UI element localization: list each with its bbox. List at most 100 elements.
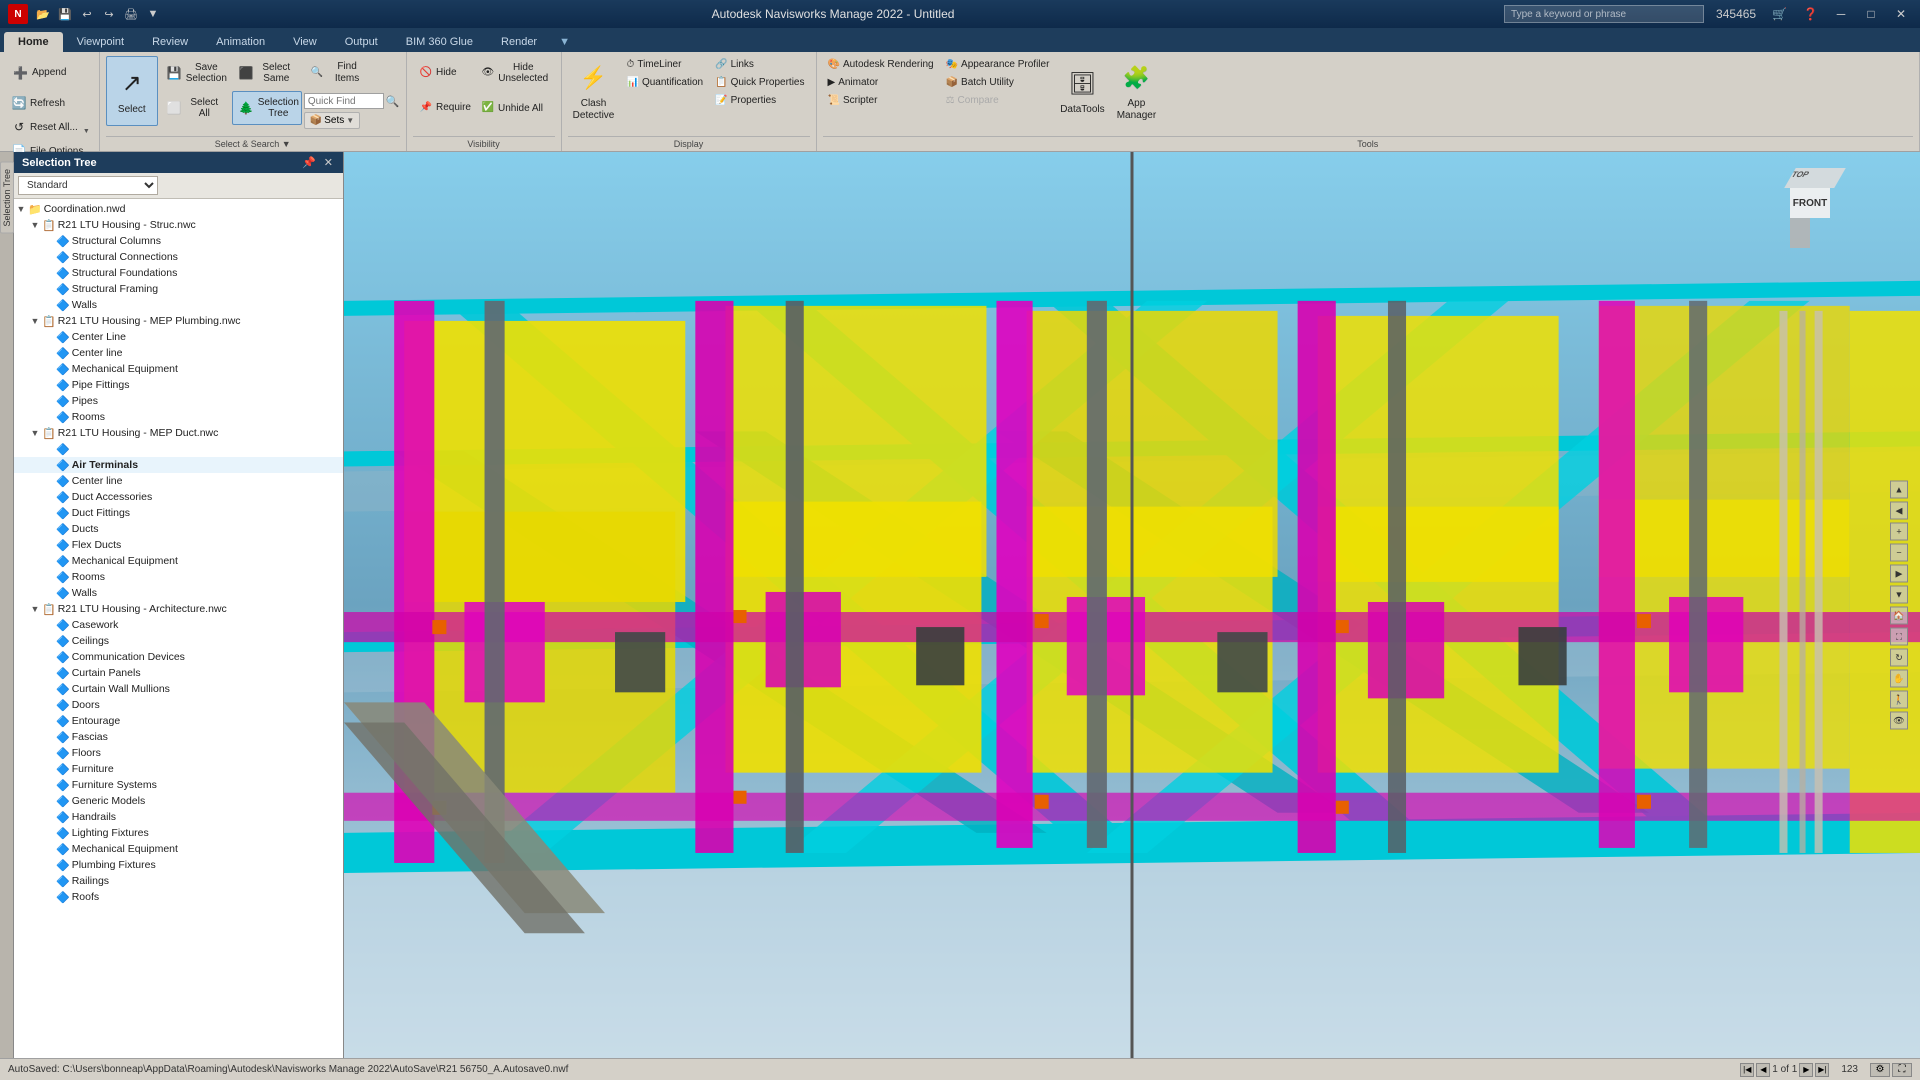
cube-front-face[interactable]: FRONT — [1790, 188, 1830, 218]
view-options-button[interactable]: ⚙ — [1870, 1063, 1890, 1077]
tree-item-15[interactable]: ▼ 📋 R21 LTU Housing - MEP Duct.nwc — [14, 425, 343, 441]
compare-button[interactable]: ⚖ Compare — [941, 92, 1055, 109]
tree-expand-8[interactable]: ▼ — [28, 314, 42, 328]
tree-item-8[interactable]: ▼ 📋 R21 LTU Housing - MEP Plumbing.nwc — [14, 313, 343, 329]
quick-properties-button[interactable]: 📋 Quick Properties — [710, 74, 809, 91]
tree-item-18[interactable]: 🔷 Center line — [14, 473, 343, 489]
tree-item-21[interactable]: 🔷 Ducts — [14, 521, 343, 537]
tree-item-19[interactable]: 🔷 Duct Accessories — [14, 489, 343, 505]
tree-item-36[interactable]: 🔷 Furniture — [14, 761, 343, 777]
tree-item-37[interactable]: 🔷 Furniture Systems — [14, 777, 343, 793]
tree-item-39[interactable]: 🔷 Handrails — [14, 809, 343, 825]
cube-side-face[interactable] — [1790, 218, 1810, 248]
animator-button[interactable]: ▶ Animator — [823, 74, 939, 91]
tree-item-17[interactable]: 🔷 Air Terminals — [14, 457, 343, 473]
panel-pin-button[interactable]: 📌 — [300, 156, 318, 169]
page-last-button[interactable]: ▶| — [1815, 1063, 1829, 1077]
tree-item-41[interactable]: 🔷 Mechanical Equipment — [14, 841, 343, 857]
tree-item-40[interactable]: 🔷 Lighting Fixtures — [14, 825, 343, 841]
quick-find-search-icon[interactable]: 🔍 — [386, 95, 400, 108]
find-items-button[interactable]: 🔍 Find Items — [304, 56, 374, 90]
nav-zoom-in-button[interactable]: + — [1890, 523, 1908, 541]
tree-container[interactable]: ▼ 📁 Coordination.nwd ▼ 📋 R21 LTU Housing… — [14, 199, 343, 1058]
selection-tree-button[interactable]: 🌲 Selection Tree — [232, 91, 302, 125]
nav-left-button[interactable]: ◀ — [1890, 502, 1908, 520]
view-cube[interactable]: TOP FRONT — [1790, 168, 1860, 238]
tree-item-28[interactable]: 🔷 Ceilings — [14, 633, 343, 649]
sets-button[interactable]: 📦 Sets ▼ — [304, 112, 360, 129]
nav-walk-button[interactable]: 🚶 — [1890, 691, 1908, 709]
page-prev-button[interactable]: ◀ — [1756, 1063, 1770, 1077]
tree-item-3[interactable]: 🔷 Structural Columns — [14, 233, 343, 249]
tree-item-9[interactable]: 🔷 Center Line — [14, 329, 343, 345]
tree-expand-1[interactable]: ▼ — [14, 202, 28, 216]
select-same-button[interactable]: ⬛ Select Same — [232, 56, 302, 90]
tree-item-33[interactable]: 🔷 Entourage — [14, 713, 343, 729]
shop-icon[interactable]: 🛒 — [1768, 5, 1791, 23]
tree-item-34[interactable]: 🔷 Fascias — [14, 729, 343, 745]
tree-item-1[interactable]: ▼ 📁 Coordination.nwd — [14, 201, 343, 217]
hide-unselected-button[interactable]: 👁 Hide Unselected — [475, 56, 555, 90]
tree-item-31[interactable]: 🔷 Curtain Wall Mullions — [14, 681, 343, 697]
zoom-fit-button[interactable]: ⛶ — [1892, 1063, 1912, 1077]
autodesk-rendering-button[interactable]: 🎨 Autodesk Rendering — [823, 56, 939, 73]
panel-close-button[interactable]: ✕ — [322, 156, 335, 169]
page-next-button[interactable]: ▶ — [1799, 1063, 1813, 1077]
tab-animation[interactable]: Animation — [202, 32, 279, 52]
tab-view[interactable]: View — [279, 32, 331, 52]
more-tabs-dropdown[interactable]: ▼ — [551, 32, 578, 52]
tree-item-24[interactable]: 🔷 Rooms — [14, 569, 343, 585]
customize-qa-button[interactable]: ▼ — [144, 5, 162, 23]
require-button[interactable]: 📌 Require — [413, 91, 473, 125]
tree-expand-26[interactable]: ▼ — [28, 602, 42, 616]
page-first-button[interactable]: |◀ — [1740, 1063, 1754, 1077]
save-button[interactable]: 💾 — [56, 5, 74, 23]
tree-mode-select[interactable]: Standard Compact Properties Sets — [18, 176, 158, 195]
tree-item-38[interactable]: 🔷 Generic Models — [14, 793, 343, 809]
nav-zoom-out-button[interactable]: − — [1890, 544, 1908, 562]
tab-bim360[interactable]: BIM 360 Glue — [392, 32, 487, 52]
tree-item-43[interactable]: 🔷 Railings — [14, 873, 343, 889]
select-all-button[interactable]: ⬜ Select All — [160, 91, 230, 125]
tree-item-4[interactable]: 🔷 Structural Connections — [14, 249, 343, 265]
nav-look-button[interactable]: 👁 — [1890, 712, 1908, 730]
close-button[interactable]: ✕ — [1890, 3, 1912, 25]
tree-item-12[interactable]: 🔷 Pipe Fittings — [14, 377, 343, 393]
tab-render[interactable]: Render — [487, 32, 551, 52]
nav-rotate-button[interactable]: ↻ — [1890, 649, 1908, 667]
tree-item-5[interactable]: 🔷 Structural Foundations — [14, 265, 343, 281]
selection-tree-tab[interactable]: Selection Tree — [0, 162, 14, 234]
save-selection-button[interactable]: 💾 Save Selection — [160, 56, 230, 90]
keyword-search-input[interactable] — [1504, 5, 1704, 23]
quantification-button[interactable]: 📊 Quantification — [622, 74, 709, 91]
tree-item-11[interactable]: 🔷 Mechanical Equipment — [14, 361, 343, 377]
tab-output[interactable]: Output — [331, 32, 392, 52]
links-button[interactable]: 🔗 Links — [710, 56, 809, 73]
tree-item-44[interactable]: 🔷 Roofs — [14, 889, 343, 905]
tree-item-29[interactable]: 🔷 Communication Devices — [14, 649, 343, 665]
reset-all-button[interactable]: ↺ Reset All... — [6, 116, 93, 138]
append-button[interactable]: ➕ Append — [6, 56, 66, 90]
tab-home[interactable]: Home — [4, 32, 63, 52]
nav-home-button[interactable]: 🏠 — [1890, 607, 1908, 625]
nav-up-button[interactable]: ▲ — [1890, 481, 1908, 499]
tree-item-16[interactable]: 🔷 — [14, 441, 343, 457]
tree-item-27[interactable]: 🔷 Casework — [14, 617, 343, 633]
tree-item-22[interactable]: 🔷 Flex Ducts — [14, 537, 343, 553]
scripter-button[interactable]: 📜 Scripter — [823, 92, 939, 109]
tree-item-35[interactable]: 🔷 Floors — [14, 745, 343, 761]
nav-right-button[interactable]: ▶ — [1890, 565, 1908, 583]
clash-detective-button[interactable]: ⚡ Clash Detective — [568, 56, 620, 126]
tab-viewpoint[interactable]: Viewpoint — [63, 32, 139, 52]
hide-button[interactable]: 🚫 Hide — [413, 56, 473, 90]
help-icon[interactable]: ❓ — [1799, 5, 1822, 23]
quick-find-input[interactable] — [304, 93, 384, 109]
select-button[interactable]: ↗ Select — [106, 56, 158, 126]
app-manager-button[interactable]: 🧩 App Manager — [1110, 56, 1162, 126]
print-button[interactable]: 🖨 — [122, 5, 140, 23]
minimize-button[interactable]: ─ — [1830, 3, 1852, 25]
tree-item-32[interactable]: 🔷 Doors — [14, 697, 343, 713]
tab-review[interactable]: Review — [138, 32, 202, 52]
appearance-profiler-button[interactable]: 🎭 Appearance Profiler — [941, 56, 1055, 73]
tree-item-14[interactable]: 🔷 Rooms — [14, 409, 343, 425]
